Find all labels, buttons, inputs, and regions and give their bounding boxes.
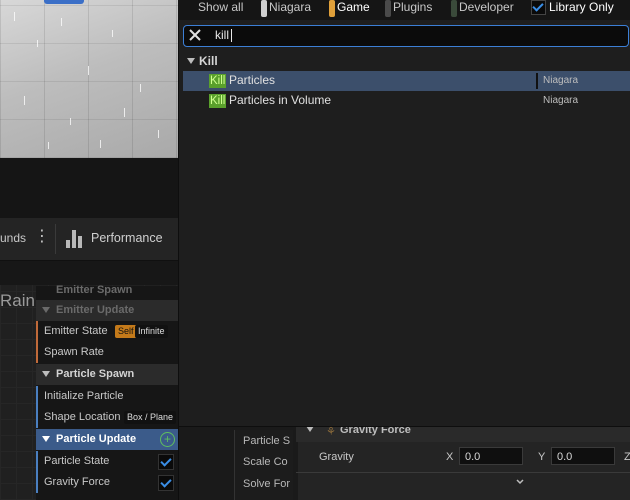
row-accent (36, 472, 38, 493)
result-kill-particles-in-volume[interactable]: Kill Particles in Volume Niagara (183, 91, 630, 111)
enable-checkbox[interactable] (158, 454, 174, 470)
infinite-badge: Infinite (135, 325, 168, 338)
stack-item-emitter-state[interactable]: Emitter State Self Infinite (36, 321, 178, 342)
filter-swatch (261, 0, 267, 17)
result-source: Niagara (543, 75, 579, 86)
row-accent (36, 451, 38, 472)
stack-item-shape-location[interactable]: Shape Location Box / Plane (36, 407, 178, 428)
rain-drop (100, 140, 101, 148)
stack-item-spawn-rate[interactable]: Spawn Rate (36, 342, 178, 363)
preview-viewport[interactable] (0, 0, 178, 158)
search-highlight: Kill (209, 94, 227, 108)
result-label: Particles (229, 73, 276, 87)
stack-header-particle-update[interactable]: Particle Update + (36, 429, 178, 450)
show-all-button[interactable]: Show all (190, 0, 243, 18)
stack-header-particle-spawn[interactable]: Particle Spawn (36, 364, 178, 385)
z-axis-label: Z (624, 451, 630, 463)
category-label: Kill (199, 54, 218, 68)
filter-niagara[interactable]: Niagara (261, 0, 311, 18)
filter-developer[interactable]: Developer (451, 0, 514, 18)
filter-swatch (329, 0, 335, 17)
node-list-item[interactable]: Particle S (243, 435, 291, 447)
gravity-y-input[interactable]: 0.0 (551, 447, 615, 465)
shape-badge: Box / Plane (124, 411, 177, 424)
toolbar-divider (55, 224, 56, 254)
library-only-label[interactable]: Library Only (541, 0, 614, 18)
node-list-item[interactable]: Scale Co (243, 456, 291, 468)
rain-drop (88, 66, 89, 75)
filter-swatch (451, 0, 457, 17)
stack-header-emitter-update[interactable]: Emitter Update (36, 300, 178, 321)
search-input[interactable] (215, 27, 615, 43)
close-icon[interactable] (188, 28, 202, 42)
viewport-toolbar-widget[interactable] (44, 0, 84, 4)
stack-item-initialize-particle[interactable]: Initialize Particle (36, 386, 178, 407)
collapse-triangle-icon[interactable] (187, 58, 195, 64)
emitter-stack: Emitter Spawn Emitter Update Emitter Sta… (36, 284, 178, 500)
stack-item-particle-state[interactable]: Particle State (36, 451, 178, 472)
rain-drop (14, 12, 15, 21)
row-accent (36, 407, 38, 428)
search-highlight: Kill (209, 74, 227, 88)
filter-plugins[interactable]: Plugins (385, 0, 432, 18)
rain-drop (70, 118, 71, 125)
result-label: Particles in Volume (229, 93, 332, 107)
rain-drop (48, 142, 49, 149)
rain-drop (24, 96, 25, 105)
rain-drop (61, 18, 62, 26)
enable-checkbox[interactable] (158, 475, 174, 491)
filter-game[interactable]: Game (329, 0, 370, 18)
viewport-footer (0, 158, 178, 218)
category-kill[interactable] (183, 52, 630, 70)
node-list-panel: Particle S Scale Co Solve For (234, 430, 293, 500)
toolbar-bounds-label[interactable]: unds (0, 231, 26, 245)
result-kill-particles[interactable]: Kill Particles Niagara (183, 71, 630, 91)
gravity-label: Gravity (319, 451, 354, 463)
self-badge: Self (115, 325, 137, 338)
stack-item-gravity-force[interactable]: Gravity Force (36, 472, 178, 493)
y-axis-label: Y (538, 451, 546, 463)
row-accent (36, 321, 38, 342)
node-list-item[interactable]: Solve For (243, 478, 291, 490)
performance-button[interactable]: Performance (91, 231, 163, 245)
rain-drop (124, 108, 125, 117)
collapse-triangle-icon[interactable] (42, 371, 50, 377)
filter-swatch (385, 0, 391, 17)
row-accent (36, 342, 38, 363)
emitter-name-label: Rain (0, 291, 35, 310)
collapse-triangle-icon[interactable] (42, 307, 50, 313)
result-source: Niagara (543, 95, 579, 106)
rain-drop (37, 40, 38, 47)
gravity-x-input[interactable]: 0.0 (459, 447, 523, 465)
source-divider (536, 73, 538, 89)
collapse-triangle-icon[interactable] (42, 436, 50, 442)
rain-drop (140, 84, 141, 92)
details-divider (296, 472, 630, 473)
chevron-down-icon[interactable] (514, 477, 526, 487)
more-vertical-icon[interactable]: ⋮ (34, 229, 50, 245)
text-caret (231, 29, 232, 42)
x-axis-label: X (446, 451, 454, 463)
bar-chart-icon (66, 230, 88, 248)
stack-header-emitter-spawn[interactable]: Emitter Spawn (36, 280, 178, 301)
add-module-icon[interactable]: + (160, 432, 175, 447)
rain-drop (112, 30, 113, 37)
row-accent (36, 386, 38, 407)
rain-drop (158, 130, 159, 138)
